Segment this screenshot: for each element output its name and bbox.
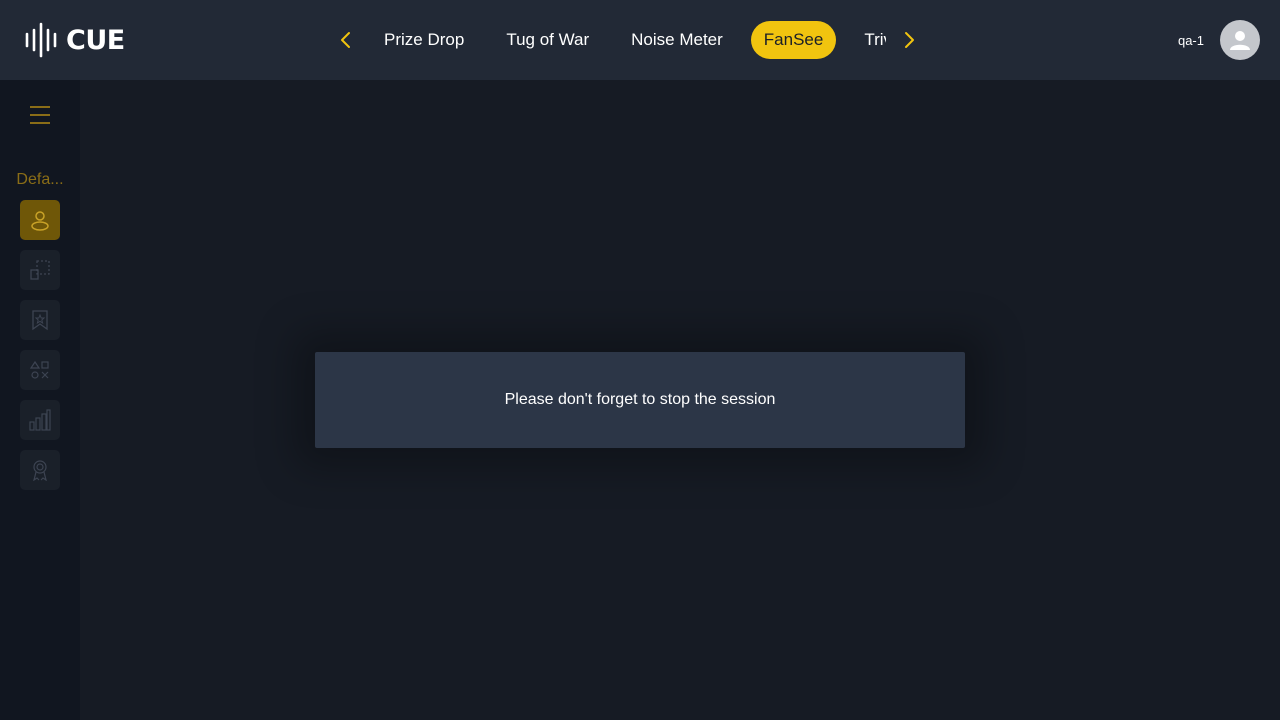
bar-chart-icon (29, 409, 51, 431)
username: qa-1 (1177, 32, 1204, 48)
user-icon (31, 211, 49, 231)
shapes-icon (29, 360, 49, 379)
logo-text: CUE (66, 24, 125, 56)
award-ribbon-icon (33, 460, 47, 481)
cue-logo[interactable]: CUE (24, 20, 125, 60)
user-avatar-icon (1230, 31, 1250, 50)
tabs-next-button[interactable] (895, 26, 923, 54)
game-tabs: Prize Drop Tug of War Noise Meter FanSee… (370, 20, 886, 60)
sidebar-item-analytics[interactable] (20, 400, 60, 440)
tab-trivia[interactable]: Trivia (850, 21, 886, 59)
sidebar-group-label[interactable]: Defa... (0, 171, 80, 189)
sidebar-item-rewards[interactable] (20, 450, 60, 490)
bookmark-star-icon (32, 310, 48, 331)
tab-prize-drop[interactable]: Prize Drop (370, 21, 478, 59)
hamburger-menu-icon[interactable] (30, 104, 50, 126)
session-reminder-dialog: Please don't forget to stop the session (315, 352, 965, 448)
tabs-prev-button[interactable] (332, 26, 360, 54)
sidebar-item-user[interactable] (20, 200, 60, 240)
sidebar-item-bookmarks[interactable] (20, 300, 60, 340)
sidebar-item-layout[interactable] (20, 250, 60, 290)
tab-noise-meter[interactable]: Noise Meter (617, 21, 737, 59)
chevron-right-icon (905, 32, 914, 48)
sidebar: Defa... (0, 80, 80, 720)
layout-select-icon (30, 260, 50, 280)
tab-tug-of-war[interactable]: Tug of War (492, 21, 603, 59)
chevron-left-icon (341, 32, 350, 48)
tab-fansee[interactable]: FanSee (750, 21, 837, 59)
avatar[interactable] (1220, 20, 1260, 60)
sidebar-item-games[interactable] (20, 350, 60, 390)
dialog-message: Please don't forget to stop the session (504, 391, 776, 408)
sound-wave-icon (25, 22, 57, 58)
user-menu: qa-1 (1178, 20, 1260, 60)
top-bar: CUE Prize Drop Tug of War Noise Meter Fa… (0, 0, 1280, 80)
